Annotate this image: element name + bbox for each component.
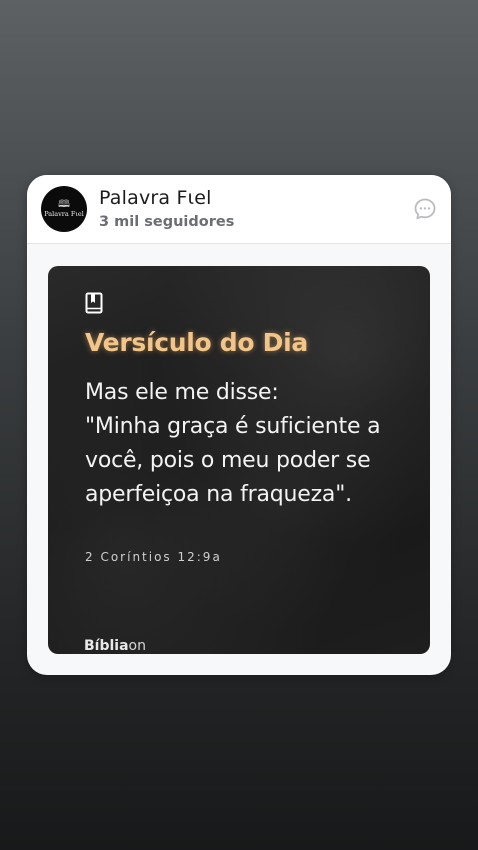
verse-title: Versículo do Dia — [85, 328, 308, 357]
avatar[interactable]: 🕮 Palavra Fιel — [41, 186, 87, 232]
verse-image[interactable]: Versículo do Dia Mas ele me disse: "Minh… — [48, 266, 430, 654]
post-header: 🕮 Palavra Fιel Palavra Fιel 3 mil seguid… — [27, 175, 451, 244]
open-book-icon: 🕮 — [58, 199, 70, 210]
verse-text: Mas ele me disse: "Minha graça é suficie… — [85, 380, 381, 507]
verse-reference: 2 Coríntios 12:9a — [85, 550, 222, 564]
brand-bold-text: Bíblia — [84, 638, 129, 654]
bookmark-book-icon — [85, 292, 103, 314]
profile-name[interactable]: Palavra Fιel — [99, 187, 212, 209]
post-card: 🕮 Palavra Fιel Palavra Fιel 3 mil seguid… — [27, 175, 451, 675]
chat-bubble-icon[interactable] — [413, 197, 437, 221]
brand-logo: Bíbliaon — [84, 638, 146, 654]
followers-count: 3 mil seguidores — [99, 214, 235, 230]
avatar-text: Palavra Fιel — [44, 210, 84, 218]
brand-light-text: on — [128, 638, 146, 654]
